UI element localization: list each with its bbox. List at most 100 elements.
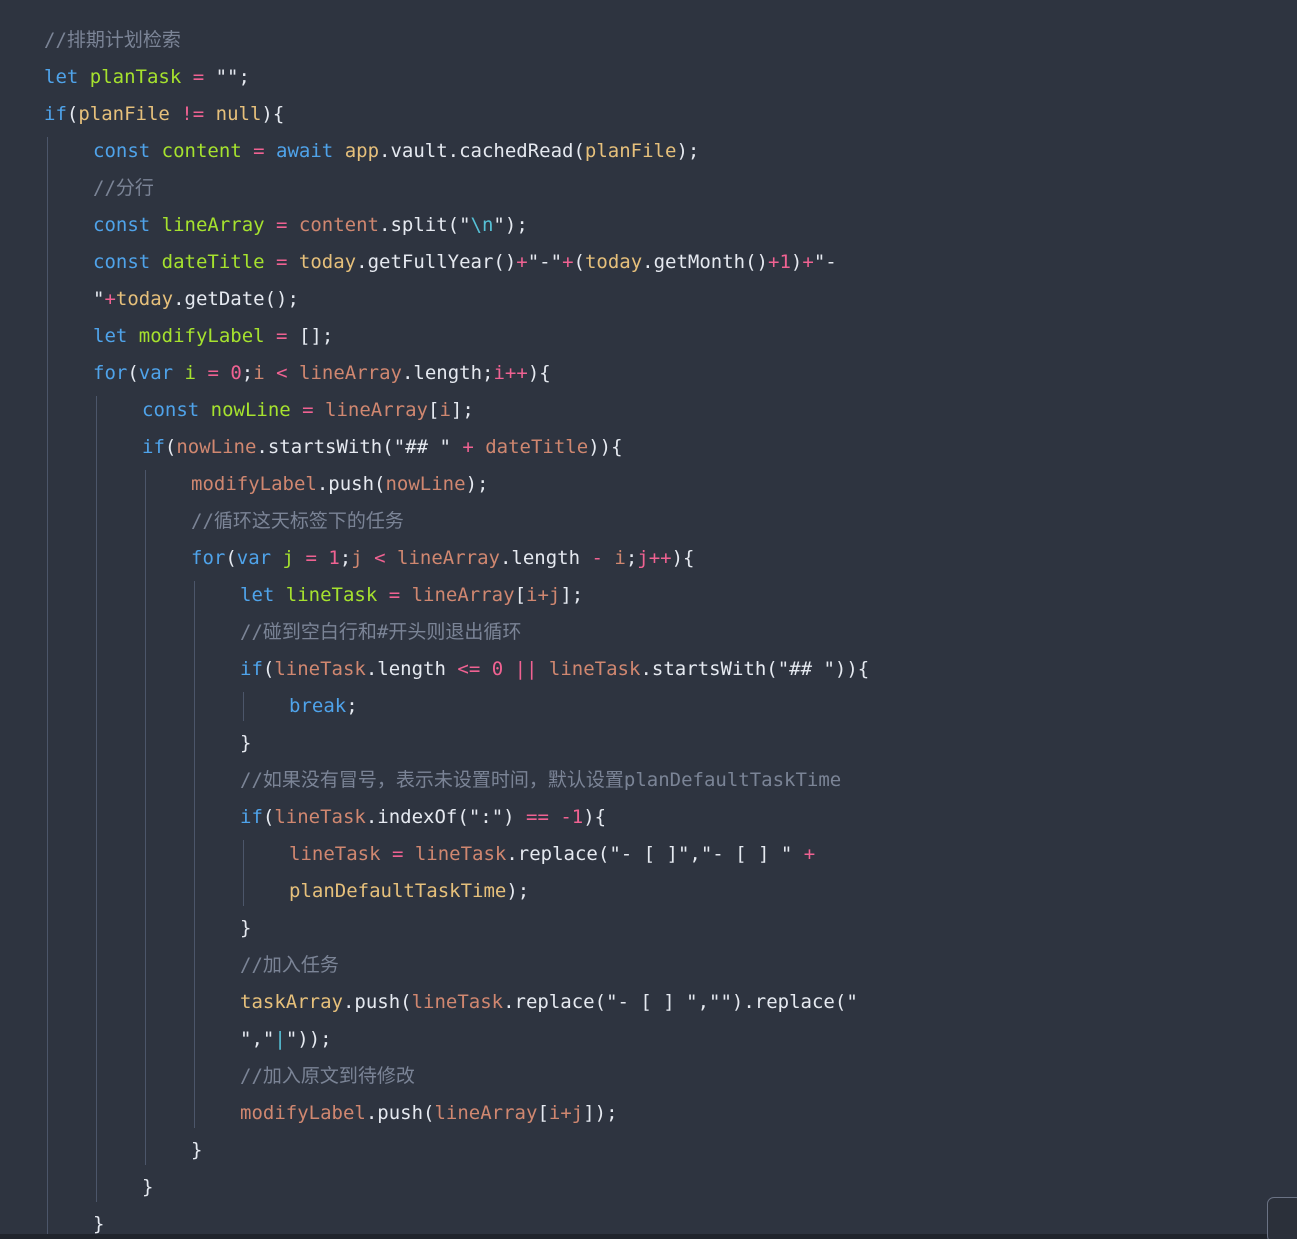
code-token-operator: = xyxy=(294,547,329,569)
code-line: } xyxy=(44,910,869,947)
code-token-keyword: let xyxy=(240,584,286,606)
code-line: const lineArray = content.split("\n"); xyxy=(44,207,869,244)
code-token-keyword: for xyxy=(191,547,226,569)
code-token-string: "- [ ] " xyxy=(606,991,698,1013)
code-token-variable: planTask xyxy=(89,66,182,88)
code-token-property: lineTask xyxy=(274,806,366,828)
code-token-keyword: if xyxy=(240,806,263,828)
code-token-property: dateTitle xyxy=(485,436,589,458)
code-token-operator: + xyxy=(104,288,116,310)
code-token-property: i+j xyxy=(526,584,561,606)
code-token-constant-identifier: taskArray xyxy=(240,991,343,1013)
code-token-keyword: var xyxy=(236,547,283,569)
code-token-string: " xyxy=(262,1028,275,1050)
code-editor[interactable]: //排期计划检索 let planTask = ""; if(planFile !=… xyxy=(0,0,1297,1239)
code-token-plain: .vault.cachedRead( xyxy=(379,140,585,162)
corner-scroll-button[interactable] xyxy=(1267,1197,1297,1239)
code-token-operator: != xyxy=(169,103,216,125)
code-token-string: ":" xyxy=(468,806,504,828)
code-token-variable: content xyxy=(161,140,242,162)
code-token-comment: //加入任务 xyxy=(240,954,339,976)
code-line: //分行 xyxy=(44,170,869,207)
code-token-keyword: const xyxy=(93,251,162,273)
code-line: let modifyLabel = []; xyxy=(44,318,869,355)
code-line: modifyLabel.push(nowLine); xyxy=(44,466,869,503)
code-line: modifyLabel.push(lineArray[i+j]); xyxy=(44,1095,869,1132)
code-token-plain: , xyxy=(251,1028,263,1050)
code-token-plain: )){ xyxy=(834,658,870,680)
code-token-keyword: const xyxy=(93,214,162,236)
code-token-plain: ) xyxy=(790,251,803,273)
code-token-string: "- [ ]" xyxy=(609,843,690,865)
code-token-plain: ]; xyxy=(450,399,474,421)
code-token-plain: ( xyxy=(127,362,139,384)
code-line: if(lineTask.indexOf(":") == -1){ xyxy=(44,799,869,836)
code-token-operator: = xyxy=(181,66,216,88)
code-token-constant-identifier: null xyxy=(215,103,262,125)
code-token-property: i xyxy=(614,547,626,569)
code-token-plain: ){ xyxy=(527,362,551,384)
code-token-operator: + xyxy=(516,251,528,273)
code-token-property: modifyLabel xyxy=(240,1102,366,1124)
code-token-string: "- [ ] " xyxy=(700,843,793,865)
code-token-variable: modifyLabel xyxy=(138,325,265,347)
code-line: for(var i = 0;i < lineArray.length;i++){ xyxy=(44,355,869,392)
code-token-plain: )){ xyxy=(588,436,623,458)
code-token-operator: = xyxy=(380,843,415,865)
indent-guide xyxy=(243,692,244,721)
code-block[interactable]: //排期计划检索 let planTask = ""; if(planFile !=… xyxy=(44,22,869,1239)
code-token-property: i+j xyxy=(548,1102,584,1124)
code-token-property: lineArray xyxy=(299,362,402,384)
code-line: if(lineTask.length <= 0 || lineTask.star… xyxy=(44,651,869,688)
code-token-constant-identifier: planFile xyxy=(584,140,677,162)
code-token-operator: j++ xyxy=(637,547,672,569)
code-token-plain: } xyxy=(191,1139,203,1161)
code-token-plain: ); xyxy=(504,214,528,236)
code-token-plain: .getMonth() xyxy=(642,251,769,273)
code-token-operator: < xyxy=(362,547,398,569)
code-line: const nowLine = lineArray[i]; xyxy=(44,392,869,429)
code-token-plain: ){ xyxy=(583,806,607,828)
code-token-property: i xyxy=(439,399,451,421)
code-token-plain: .push( xyxy=(365,1102,435,1124)
code-line: //加入任务 xyxy=(44,947,869,984)
code-line: if(nowLine.startsWith("## " + dateTitle)… xyxy=(44,429,869,466)
code-token-operator: i++ xyxy=(493,362,528,384)
code-token-plain: } xyxy=(93,1213,105,1235)
code-token-operator: <= xyxy=(445,658,492,680)
code-line: planDefaultTaskTime); xyxy=(44,873,869,910)
code-line: } xyxy=(44,725,869,762)
code-line: const dateTitle = today.getFullYear()+"-… xyxy=(44,244,869,281)
code-token-property: content xyxy=(298,214,379,236)
code-token-operator: = xyxy=(264,325,299,347)
code-token-property: lineTask xyxy=(414,843,507,865)
code-token-plain: ); xyxy=(676,140,700,162)
code-token-property: j xyxy=(351,547,363,569)
code-line: } xyxy=(44,1169,869,1206)
code-token-operator: - xyxy=(580,547,615,569)
code-token-property: lineArray xyxy=(411,584,515,606)
code-token-operator: = xyxy=(377,584,412,606)
code-token-operator: = xyxy=(241,140,277,162)
code-token-plain: ; xyxy=(625,547,638,569)
code-token-plain: ; xyxy=(346,695,358,717)
code-token-plain: } xyxy=(142,1176,154,1198)
code-token-property: lineTask xyxy=(289,843,381,865)
code-token-keyword: for xyxy=(93,362,128,384)
indent-guide xyxy=(145,470,146,1165)
code-token-plain: .replace( xyxy=(503,991,607,1013)
code-token-operator: == -1 xyxy=(526,806,584,828)
code-token-plain: .getFullYear() xyxy=(356,251,517,273)
code-token-plain: .length xyxy=(499,547,581,569)
code-token-plain: [ xyxy=(428,399,440,421)
code-token-keyword: if xyxy=(44,103,67,125)
code-token-variable: nowLine xyxy=(210,399,291,421)
code-token-keyword: const xyxy=(93,140,162,162)
code-token-plain: ( xyxy=(262,806,275,828)
code-token-comment: //分行 xyxy=(93,177,154,199)
code-token-string: " xyxy=(846,991,858,1013)
code-token-string: "" xyxy=(709,991,732,1013)
code-token-plain: .startsWith( xyxy=(256,436,394,458)
code-token-comment: //循环这天标签下的任务 xyxy=(191,510,404,532)
code-token-operator: + xyxy=(562,251,574,273)
